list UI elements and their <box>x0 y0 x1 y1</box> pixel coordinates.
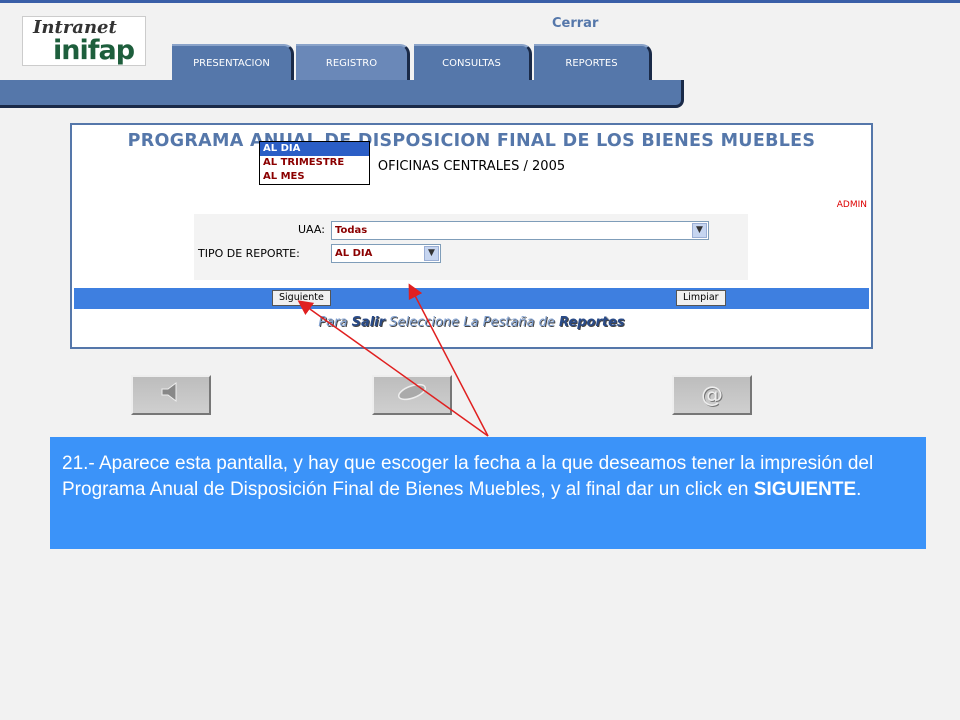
next-button[interactable]: Siguiente <box>272 290 331 306</box>
report-type-select[interactable]: AL DIA ▼ <box>331 244 441 263</box>
back-button[interactable] <box>131 375 211 415</box>
instruction-bold: SIGUIENTE <box>753 479 857 500</box>
at-icon: @ <box>701 382 723 408</box>
mail-button[interactable]: @ <box>672 375 752 415</box>
option-al-trimestre[interactable]: AL TRIMESTRE <box>260 156 369 170</box>
top-border <box>0 0 960 3</box>
user-badge: ADMIN <box>836 200 867 210</box>
page-title: PROGRAMA ANUAL DE DISPOSICION FINAL DE L… <box>127 131 816 151</box>
tab-bar <box>0 80 684 108</box>
filter-form: UAA: Todas ▼ TIPO DE REPORTE: AL DIA ▼ <box>194 214 748 280</box>
uaa-label: UAA: <box>298 223 325 236</box>
report-type-dropdown: AL DIA AL TRIMESTRE AL MES <box>259 141 370 185</box>
close-link[interactable]: Cerrar <box>552 16 598 31</box>
report-type-label: TIPO DE REPORTE: <box>198 247 300 260</box>
tab-registro[interactable]: REGISTRO <box>296 44 410 80</box>
tab-reportes[interactable]: REPORTES <box>534 44 652 80</box>
home-button[interactable] <box>372 375 452 415</box>
page-subtitle: OFICINAS CENTRALES / 2005 <box>377 159 566 174</box>
logo-text-bottom: inifap <box>53 35 135 66</box>
option-al-dia[interactable]: AL DIA <box>260 142 369 156</box>
speaker-left-icon <box>156 381 186 409</box>
report-panel: PROGRAMA ANUAL DE DISPOSICION FINAL DE L… <box>70 123 873 349</box>
intranet-inifap-logo: Intranet inifap <box>22 16 146 66</box>
chevron-down-icon[interactable]: ▼ <box>424 246 439 261</box>
clear-button[interactable]: Limpiar <box>676 290 726 306</box>
exit-hint: Para Salir Seleccione La Pestaña de Repo… <box>318 315 625 330</box>
uaa-select[interactable]: Todas ▼ <box>331 221 709 240</box>
option-al-mes[interactable]: AL MES <box>260 170 369 184</box>
chevron-down-icon[interactable]: ▼ <box>692 223 707 238</box>
tab-consultas[interactable]: CONSULTAS <box>414 44 532 80</box>
report-type-selected-value: AL DIA <box>335 248 373 259</box>
instruction-callout: 21.- Aparece esta pantalla, y hay que es… <box>50 437 926 549</box>
leaf-icon <box>392 380 432 410</box>
uaa-selected-value: Todas <box>335 225 368 236</box>
annotation-arrows <box>297 283 489 437</box>
instruction-text: 21.- Aparece esta pantalla, y hay que es… <box>62 453 874 500</box>
tab-presentacion[interactable]: PRESENTACION <box>172 44 294 80</box>
button-bar: Siguiente Limpiar <box>74 288 869 309</box>
